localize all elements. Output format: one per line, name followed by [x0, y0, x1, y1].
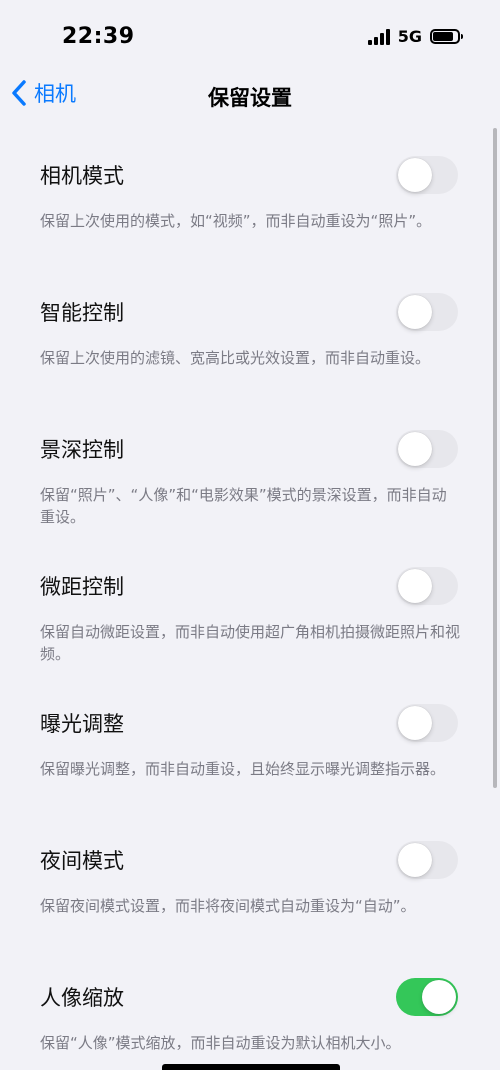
network-type: 5G: [397, 27, 422, 46]
page-title: 保留设置: [208, 86, 292, 110]
toggle-smart-control[interactable]: [396, 293, 458, 331]
setting-group-macro-control: 微距控制 保留自动微距设置，而非自动使用超广角相机拍摄微距照片和视频。: [0, 553, 500, 690]
setting-description: 保留夜间模式设置，而非将夜间模式自动重设为“自动”。: [40, 897, 416, 915]
toggle-night-mode[interactable]: [396, 841, 458, 879]
setting-group-depth-control: 景深控制 保留“照片”、“人像”和“电影效果”模式的景深设置，而非自动重设。: [0, 416, 500, 553]
setting-group-exposure-adjustment: 曝光调整 保留曝光调整，而非自动重设，且始终显示曝光调整指示器。: [0, 690, 500, 827]
toggle-knob: [398, 569, 432, 603]
toggle-knob: [422, 980, 456, 1014]
settings-list: 相机模式 保留上次使用的模式，如“视频”，而非自动重设为“照片”。 智能控制 保…: [0, 142, 500, 1070]
toggle-knob: [398, 432, 432, 466]
toggle-camera-mode[interactable]: [396, 156, 458, 194]
home-indicator: [162, 1064, 340, 1070]
toggle-knob: [398, 843, 432, 877]
setting-description: 保留“照片”、“人像”和“电影效果”模式的景深设置，而非自动重设。: [40, 486, 447, 526]
screen: 22:39 5G 相机 保留设置 相机模式 保留上次使用的模式，如“视频”，而非…: [0, 0, 500, 1070]
toggle-knob: [398, 158, 432, 192]
status-time: 22:39: [62, 24, 135, 49]
setting-group-night-mode: 夜间模式 保留夜间模式设置，而非将夜间模式自动重设为“自动”。: [0, 827, 500, 964]
toggle-portrait-zoom[interactable]: [396, 978, 458, 1016]
setting-description: 保留上次使用的滤镜、宽高比或光效设置，而非自动重设。: [40, 349, 431, 367]
setting-label: 夜间模式: [40, 849, 124, 873]
setting-description: 保留自动微距设置，而非自动使用超广角相机拍摄微距照片和视频。: [40, 623, 461, 663]
setting-description: 保留上次使用的模式，如“视频”，而非自动重设为“照片”。: [40, 212, 432, 230]
toggle-exposure-adjustment[interactable]: [396, 704, 458, 742]
toggle-macro-control[interactable]: [396, 567, 458, 605]
setting-label: 智能控制: [40, 301, 124, 325]
toggle-depth-control[interactable]: [396, 430, 458, 468]
setting-label: 微距控制: [40, 575, 124, 599]
navigation-bar: 相机 保留设置: [0, 74, 500, 118]
status-bar: 22:39 5G: [0, 0, 500, 74]
setting-label: 曝光调整: [40, 712, 124, 736]
toggle-knob: [398, 706, 432, 740]
setting-description: 保留“人像”模式缩放，而非自动重设为默认相机大小。: [40, 1034, 401, 1052]
toggle-knob: [398, 295, 432, 329]
battery-icon: [430, 29, 463, 44]
status-indicators: 5G: [367, 27, 463, 46]
setting-group-portrait-zoom: 人像缩放 保留“人像”模式缩放，而非自动重设为默认相机大小。: [0, 964, 500, 1070]
setting-group-camera-mode: 相机模式 保留上次使用的模式，如“视频”，而非自动重设为“照片”。: [0, 142, 500, 279]
signal-icon: [367, 28, 390, 45]
battery-fill: [433, 32, 453, 41]
setting-label: 相机模式: [40, 164, 124, 188]
setting-group-smart-control: 智能控制 保留上次使用的滤镜、宽高比或光效设置，而非自动重设。: [0, 279, 500, 416]
setting-label: 人像缩放: [40, 986, 124, 1010]
setting-label: 景深控制: [40, 438, 124, 462]
setting-description: 保留曝光调整，而非自动重设，且始终显示曝光调整指示器。: [40, 760, 446, 778]
